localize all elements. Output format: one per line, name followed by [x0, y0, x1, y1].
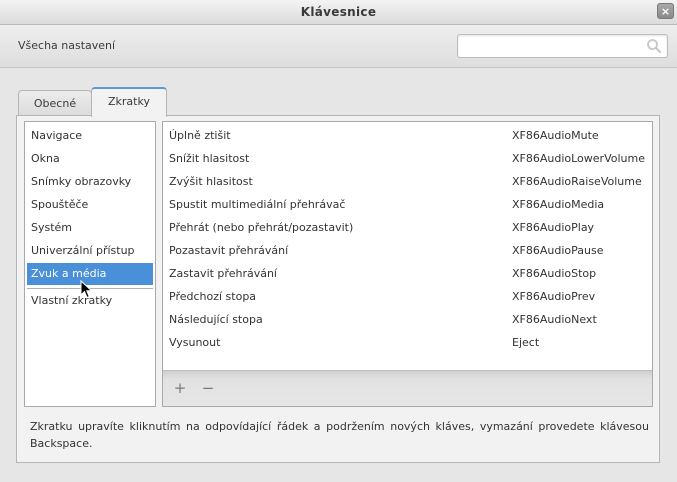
shortcut-name: Snížit hlasitost — [169, 152, 250, 165]
shortcut-name: Úplně ztišit — [169, 129, 231, 142]
shortcut-name: Zastavit přehrávání — [169, 267, 277, 280]
tab-shortcuts[interactable]: Zkratky — [91, 87, 167, 117]
shortcut-row[interactable]: Pozastavit přehrávání XF86AudioPause — [163, 239, 652, 262]
shortcut-row[interactable]: Spustit multimediální přehrávač XF86Audio… — [163, 193, 652, 216]
category-item-navigation[interactable]: Navigace — [27, 125, 153, 147]
category-item-system[interactable]: Systém — [27, 217, 153, 239]
search-icon — [647, 39, 662, 54]
close-icon[interactable]: × — [657, 3, 674, 19]
header-bar: Všecha nastavení — [0, 25, 677, 68]
hint-text: Zkratku upravíte kliknutím na odpovídají… — [30, 420, 649, 450]
shortcut-key: XF86AudioPause — [512, 244, 604, 257]
tab-general[interactable]: Obecné — [18, 90, 92, 116]
shortcut-key: XF86AudioPrev — [512, 290, 596, 303]
all-settings-button[interactable]: Všecha nastavení — [18, 39, 115, 52]
shortcut-key: XF86AudioStop — [512, 267, 597, 280]
shortcut-key: XF86AudioMute — [512, 129, 599, 142]
shortcut-row[interactable]: Zvýšit hlasitost XF86AudioRaiseVolume — [163, 170, 652, 193]
add-shortcut-button[interactable]: + — [171, 379, 189, 397]
shortcut-key: XF86AudioLowerVolume — [512, 152, 645, 165]
shortcut-name: Předchozí stopa — [169, 290, 257, 303]
shortcut-row[interactable]: Vysunout Eject — [163, 331, 652, 354]
shortcut-name: Zvýšit hlasitost — [169, 175, 253, 188]
remove-shortcut-button[interactable]: − — [199, 379, 217, 397]
search-field[interactable] — [457, 34, 668, 58]
shortcut-key: Eject — [512, 336, 540, 349]
category-item-accessibility[interactable]: Univerzální přístup — [27, 240, 153, 262]
shortcut-name: Vysunout — [169, 336, 221, 349]
shortcut-key: XF86AudioMedia — [512, 198, 605, 211]
shortcut-name: Spustit multimediální přehrávač — [169, 198, 346, 211]
shortcut-name: Následující stopa — [169, 313, 263, 326]
title-bar: Klávesnice × — [0, 0, 677, 25]
category-list: Navigace Okna Snímky obrazovky Spouštěče… — [24, 121, 156, 407]
shortcut-key: XF86AudioNext — [512, 313, 597, 326]
shortcut-row[interactable]: Snížit hlasitost XF86AudioLowerVolume — [163, 147, 652, 170]
shortcut-row[interactable]: Zastavit přehrávání XF86AudioStop — [163, 262, 652, 285]
shortcut-toolbar: + − — [163, 370, 652, 406]
shortcut-name: Pozastavit přehrávání — [169, 244, 289, 257]
shortcut-key: XF86AudioPlay — [512, 221, 595, 234]
search-input[interactable] — [462, 38, 646, 56]
category-item-launchers[interactable]: Spouštěče — [27, 194, 153, 216]
shortcut-row[interactable]: Následující stopa XF86AudioNext — [163, 308, 652, 331]
shortcut-name: Přehrát (nebo přehrát/pozastavit) — [169, 221, 354, 234]
shortcut-key: XF86AudioRaiseVolume — [512, 175, 642, 188]
shortcut-row[interactable]: Předchozí stopa XF86AudioPrev — [163, 285, 652, 308]
shortcut-row[interactable]: Přehrát (nebo přehrát/pozastavit) XF86Aud… — [163, 216, 652, 239]
shortcut-row[interactable]: Úplně ztišit XF86AudioMute — [163, 124, 652, 147]
category-item-windows[interactable]: Okna — [27, 148, 153, 170]
mouse-pointer-icon — [80, 280, 93, 299]
category-item-screenshots[interactable]: Snímky obrazovky — [27, 171, 153, 193]
shortcut-list: Úplně ztišit XF86AudioMute Snížit hlasito… — [162, 121, 653, 407]
window-title: Klávesnice — [300, 5, 377, 19]
